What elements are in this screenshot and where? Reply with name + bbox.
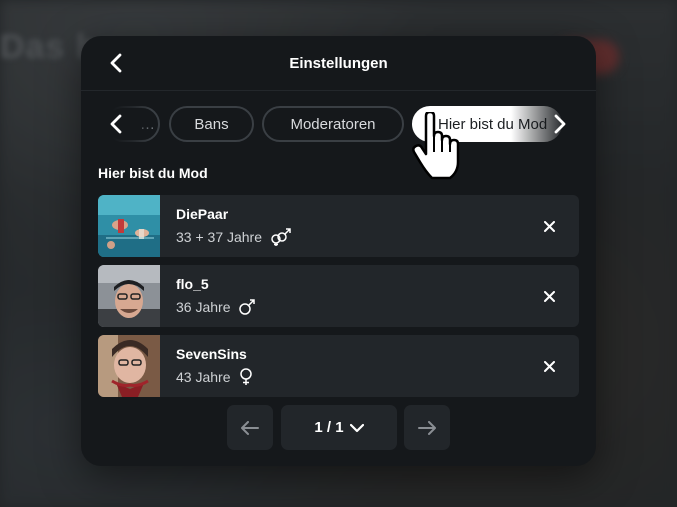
chevron-down-icon bbox=[349, 423, 364, 432]
next-page-button[interactable] bbox=[404, 405, 450, 450]
avatar bbox=[98, 265, 160, 327]
user-age: 36 Jahre bbox=[176, 299, 231, 315]
hand-cursor-icon bbox=[412, 112, 460, 180]
remove-button[interactable] bbox=[539, 216, 559, 236]
chevron-right-icon bbox=[554, 114, 566, 134]
pagination: 1 / 1 bbox=[227, 405, 451, 450]
remove-button[interactable] bbox=[539, 286, 559, 306]
mod-list: DiePaar 33 + 37 Jahre flo_5 36 Jahre Sev… bbox=[98, 195, 579, 405]
username: SevenSins bbox=[176, 346, 247, 362]
close-icon bbox=[543, 360, 555, 372]
user-age: 33 + 37 Jahre bbox=[176, 229, 263, 245]
male-icon bbox=[238, 298, 256, 316]
page-label: 1 / 1 bbox=[314, 419, 344, 436]
remove-button[interactable] bbox=[539, 356, 559, 376]
settings-modal: Einstellungen … Bans Moderatoren Hier bi… bbox=[81, 36, 596, 466]
page-select[interactable]: 1 / 1 bbox=[281, 405, 397, 450]
tab-moderatoren-label: Moderatoren bbox=[290, 115, 376, 133]
header-divider bbox=[81, 90, 596, 91]
tab-bar: … Bans Moderatoren Hier bist du Mod bbox=[81, 104, 596, 144]
couple-icon bbox=[270, 228, 292, 246]
user-meta: 33 + 37 Jahre bbox=[176, 228, 292, 246]
list-item[interactable]: DiePaar 33 + 37 Jahre bbox=[98, 195, 579, 257]
tabs-scroll-right-button[interactable] bbox=[543, 107, 577, 141]
modal-header: Einstellungen bbox=[81, 36, 596, 90]
tabs-scroll-left-button[interactable] bbox=[99, 107, 133, 141]
arrow-left-icon bbox=[241, 420, 259, 435]
close-icon bbox=[543, 220, 555, 232]
avatar bbox=[98, 335, 160, 397]
previous-page-button[interactable] bbox=[227, 405, 273, 450]
chevron-left-icon bbox=[110, 114, 122, 134]
user-age: 43 Jahre bbox=[176, 369, 231, 385]
chevron-left-icon bbox=[110, 53, 122, 73]
username: DiePaar bbox=[176, 206, 229, 222]
username: flo_5 bbox=[176, 276, 209, 292]
user-meta: 43 Jahre bbox=[176, 368, 254, 386]
tab-bans-label: Bans bbox=[194, 115, 229, 133]
avatar bbox=[98, 195, 160, 257]
user-meta: 36 Jahre bbox=[176, 298, 256, 316]
modal-title: Einstellungen bbox=[289, 54, 388, 72]
section-title: Hier bist du Mod bbox=[98, 165, 208, 181]
tab-bans[interactable]: Bans bbox=[169, 106, 254, 142]
tab-moderatoren[interactable]: Moderatoren bbox=[262, 106, 404, 142]
female-icon bbox=[238, 368, 254, 386]
list-item[interactable]: flo_5 36 Jahre bbox=[98, 265, 579, 327]
list-item[interactable]: SevenSins 43 Jahre bbox=[98, 335, 579, 397]
back-button[interactable] bbox=[103, 50, 129, 76]
close-icon bbox=[543, 290, 555, 302]
arrow-right-icon bbox=[418, 420, 436, 435]
